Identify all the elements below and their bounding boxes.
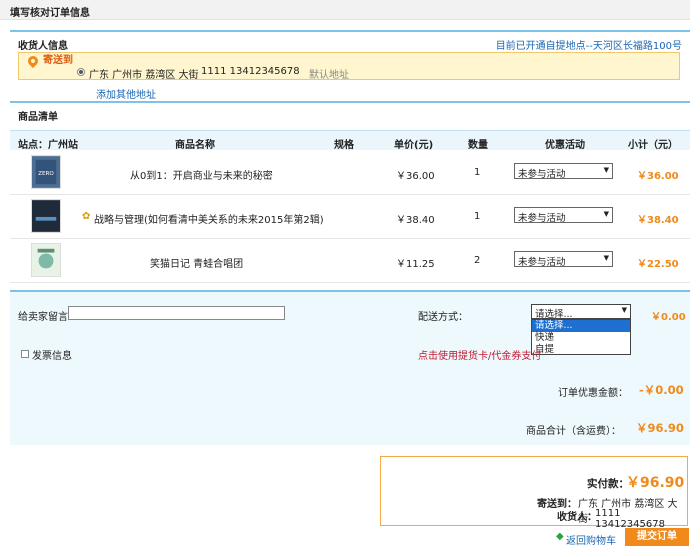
col-subtotal: 小计（元） [628,140,678,151]
back-to-cart-link[interactable]: 返回购物车 [566,532,616,547]
goods-section-header: 商品清单 [10,101,690,123]
pay-label: 实付款： [587,478,629,490]
col-qty: 数量 [468,140,488,151]
discount-label: 订单优惠金额： [558,388,628,399]
product-name[interactable]: 笑猫日记 青蛙合唱团 [150,255,243,270]
col-spec: 规格 [334,140,354,151]
pay-value: ￥96.90 [626,475,685,491]
add-address-link[interactable]: 添加其他地址 [96,86,156,101]
book-cover-strategy[interactable] [31,199,61,233]
svg-text:ZERO: ZERO [38,171,54,177]
book-cover-zero-to-one[interactable]: ZERO [31,155,61,189]
card-voucher-link[interactable]: 点击使用提货卡/代金券支付 [418,347,541,362]
product-name[interactable]: 从0到1：开启商业与未来的秘密 [130,167,273,182]
table-row: 笑猫日记 青蛙合唱团 ￥11.25 2 未参与活动 ￥22.50 [10,239,690,283]
pickup-point-link[interactable]: 目前已开通自提地点--天河区长福路100号 [496,37,682,52]
shipping-option[interactable]: 请选择... [532,320,630,332]
ship-to-label: 寄送到 [43,55,73,66]
default-address-label: 默认地址 [309,70,349,81]
col-promo: 优惠活动 [545,140,585,151]
goods-heading: 商品清单 [18,112,58,123]
promo-select[interactable]: 未参与活动 [514,163,613,180]
shipping-dropdown-list: 请选择... 快递 自提 [531,319,631,355]
back-arrow-icon: ◆ [556,531,564,542]
pay-receiver-label: 收货人： [557,512,597,523]
submit-order-button[interactable]: 提交订单 [625,528,689,546]
location-pin-icon [25,53,41,69]
address-phone: 1111 13412345678 [201,66,300,77]
invoice-checkbox[interactable] [21,350,29,358]
shipping-label: 配送方式： [418,312,468,323]
col-price: 单价(元) [394,140,434,151]
total-label: 商品合计（含运费）： [526,426,621,437]
unit-price: ￥11.25 [396,259,435,270]
address-text: 广东 广州市 荔湾区 大街 [89,70,199,81]
quantity: 1 [474,167,481,178]
col-site: 站点：广州站 [18,140,78,151]
pay-receiver-value: 1111 13412345678 [595,508,665,530]
table-row: ✿ 战略与管理(如何看清中美关系的未来2015年第2辑) ￥38.40 1 未参… [10,195,690,239]
receiver-section-header: 收货人信息 目前已开通自提地点--天河区长福路100号 [10,30,690,52]
subtotal: ￥38.40 [637,215,679,226]
receiver-heading: 收货人信息 [18,41,68,52]
subtotal: ￥36.00 [637,171,679,182]
promo-select[interactable]: 未参与活动 [514,207,613,224]
invoice-label: 发票信息 [32,351,72,362]
book-cover-laughing-cat[interactable] [31,243,61,277]
quantity: 2 [474,255,481,266]
shipping-option[interactable]: 自提 [532,344,630,356]
table-row: ZERO 从0到1：开启商业与未来的秘密 ￥36.00 1 未参与活动 ￥36.… [10,151,690,195]
subtotal: ￥22.50 [637,259,679,270]
col-name: 商品名称 [175,140,215,151]
address-radio[interactable] [77,68,85,76]
discount-value: -￥0.00 [639,383,684,397]
unit-price: ￥36.00 [396,171,435,182]
order-options-panel: 给卖家留言 发票信息 配送方式： 请选择... 请选择... 快递 自提 ￥0.… [10,290,690,445]
message-label: 给卖家留言 [18,312,68,323]
promo-select[interactable]: 未参与活动 [514,251,613,268]
product-name[interactable]: 战略与管理(如何看清中美关系的未来2015年第2辑) [94,211,324,226]
quantity: 1 [474,211,481,222]
unit-price: ￥38.40 [396,215,435,226]
total-value: ￥96.90 [636,421,684,435]
address-option[interactable]: 寄送到 广东 广州市 荔湾区 大街 1111 13412345678 默认地址 [18,52,680,81]
page-title: 填写核对订单信息 [0,0,690,20]
goods-table-header: 站点：广州站 商品名称 规格 单价(元) 数量 优惠活动 小计（元） [10,130,690,151]
shipping-select[interactable]: 请选择... [531,304,631,320]
message-input[interactable] [68,306,285,320]
shipping-option[interactable]: 快递 [532,332,630,344]
shipping-fee: ￥0.00 [651,312,686,323]
payment-summary: 实付款： ￥96.90 寄送到： 广东 广州市 荔湾区 大街 收货人： 1111… [380,456,688,530]
gift-icon: ✿ [82,211,91,222]
